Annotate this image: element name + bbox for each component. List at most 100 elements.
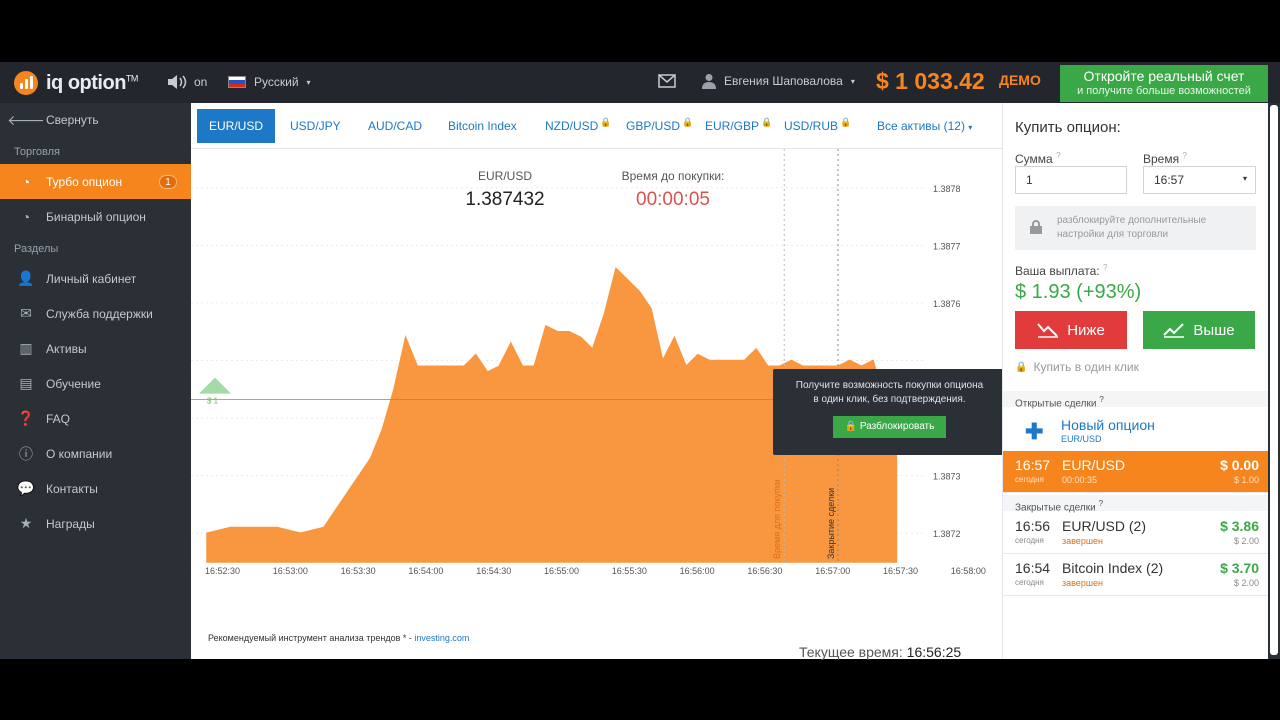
higher-button-label: Выше [1193,321,1235,339]
amount-label: Сумма [1015,152,1053,166]
tab-label: USD/JPY [290,119,341,133]
higher-button[interactable]: Выше [1143,311,1255,349]
tab-label: NZD/USD [545,119,599,133]
clock-icon: ◔ [21,173,31,190]
lock-icon: 🔒 [840,117,852,127]
sidebar-item-support[interactable]: ✉ Служба поддержки [0,296,191,331]
tab-aud-cad[interactable]: AUD/CAD [356,109,434,143]
deal-status: 00:00:35 [1062,475,1098,485]
bet-marker-label: $ 1 [207,397,219,406]
closed-deal-row[interactable]: 16:56 сегодня EUR/USD (2) завершен $ 3.8… [1003,512,1269,554]
open-real-account-button[interactable]: Откройте реальный счет и получите больше… [1060,65,1268,102]
tab-eur-gbp[interactable]: EUR/GBP 🔒 [693,109,784,143]
open-real-account-subtitle: и получите больше возможностей [1077,85,1251,97]
account-mode[interactable]: ДЕМО [999,72,1041,88]
open-deals-header: Открытые сделки [1015,398,1097,410]
sidebar-item-education[interactable]: ▤ Обучение [0,366,191,401]
deal-time: 16:57 [1015,457,1051,473]
tab-usd-jpy[interactable]: USD/JPY [278,109,353,143]
logo[interactable]: iq optionTM [14,70,138,96]
user-icon [702,74,716,89]
help-icon[interactable]: ? [1099,394,1104,404]
sidebar-item-label: Награды [46,516,95,531]
tab-all-assets[interactable]: Все активы (12) ▾ [865,109,984,143]
x-tick-label: 16:57:30 [883,566,918,576]
timer-value: 00:00:05 [636,189,710,210]
sidebar-item-contacts[interactable]: 💬 Контакты [0,471,191,506]
payout-value: $ 1.93 (+93%) [1015,281,1142,303]
unlock-button[interactable]: 🔒 Разблокировать [832,416,947,438]
sidebar-collapse-label: Свернуть [46,113,99,127]
user-icon: 👤 [17,270,35,286]
mail-button[interactable] [658,74,676,91]
turbo-count-badge: 1 [159,174,177,189]
open-deal-row[interactable]: 16:57 сегодня EUR/USD 00:00:35 $ 0.00 $ … [1003,451,1269,493]
tab-label: AUD/CAD [368,119,423,133]
sidebar-item-turbo[interactable]: ◔ Турбо опцион 1 [0,164,191,199]
language-label: Русский [254,75,299,89]
sidebar-item-label: FAQ [46,411,71,426]
scrollbar[interactable] [1268,103,1280,659]
help-icon[interactable]: ? [1103,263,1107,272]
sidebar-item-assets[interactable]: ▥ Активы [0,331,191,366]
sidebar-section-trading: Торговля [14,146,60,158]
lower-button[interactable]: Ниже [1015,311,1127,349]
scrollbar-thumb[interactable] [1270,105,1278,655]
one-click-toggle[interactable]: 🔒 Купить в один клик [1015,360,1139,374]
closed-deal-row[interactable]: 16:54 сегодня Bitcoin Index (2) завершен… [1003,554,1269,596]
help-icon[interactable]: ? [1182,151,1186,160]
asset-label: EUR/USD [477,169,532,183]
chevron-down-icon: ▾ [850,76,855,86]
new-option-button[interactable]: ✚ Новый опцион EUR/USD [1003,411,1269,451]
deal-amount: $ 0.00 [1220,457,1259,473]
bar-chart-icon: ▥ [19,340,33,356]
tab-usd-rub[interactable]: USD/RUB 🔒 [772,109,863,143]
language-select[interactable]: Русский ▾ [228,75,311,89]
sound-status: on [194,75,208,89]
deal-stake: $ 2.00 [1233,536,1259,546]
close-deal-label: Закрытие сделки [826,488,836,559]
tab-nzd-usd[interactable]: NZD/USD 🔒 [533,109,624,143]
unlock-settings-box[interactable]: разблокируйте дополнительные настройки д… [1015,206,1256,250]
sidebar-item-about[interactable]: ⓘ О компании [0,436,191,471]
lower-button-label: Ниже [1067,321,1105,339]
arrow-left-icon: 🡐 [7,111,45,128]
y-tick-label: 1.3876 [933,299,961,309]
help-icon[interactable]: ? [1056,151,1060,160]
user-menu[interactable]: Евгения Шаповалова ▾ [702,73,855,89]
current-time-value: 16:56:25 [906,644,962,660]
tab-label: Bitcoin Index [448,119,517,133]
mail-icon: ✉ [20,305,32,321]
sound-toggle[interactable]: on [166,74,207,90]
x-tick-label: 16:58:00 [951,566,986,576]
current-time-label: Текущее время: [799,644,907,660]
time-select[interactable]: 16:57 ▾ [1143,166,1256,194]
tab-label: USD/RUB [784,119,839,133]
sidebar-item-label: Обучение [46,376,101,391]
deal-time: 16:54 [1015,560,1051,576]
sidebar-item-awards[interactable]: ★ Награды [0,506,191,541]
investing-link[interactable]: investing.com [414,633,469,643]
sidebar-item-cabinet[interactable]: 👤 Личный кабинет [0,261,191,296]
sidebar-item-label: Бинарный опцион [46,209,146,224]
main-panel: EUR/USD USD/JPY AUD/CAD Bitcoin Index NZ… [191,103,1006,660]
price-chart[interactable]: 1.38781.38771.38761.38741.38731.38721.38… [191,149,1006,614]
y-tick-label: 1.3872 [933,529,961,539]
time-label: Время [1143,152,1180,166]
mail-icon [658,74,676,88]
account-balance: $ 1 033.42 [876,68,985,94]
sidebar-item-label: Служба поддержки [46,306,153,321]
sidebar-item-faq[interactable]: ❓ FAQ [0,401,191,436]
sidebar-item-label: Активы [46,341,87,356]
deal-stake: $ 1.00 [1233,475,1259,485]
tab-bitcoin-index[interactable]: Bitcoin Index [436,109,529,143]
sidebar-item-binary[interactable]: ◔ Бинарный опцион [0,199,191,234]
sidebar-collapse[interactable]: 🡐 Свернуть [0,103,191,137]
deal-day: сегодня [1015,536,1044,545]
tab-eur-usd[interactable]: EUR/USD [197,109,276,143]
tab-gbp-usd[interactable]: GBP/USD 🔒 [614,109,705,143]
x-tick-label: 16:55:30 [612,566,647,576]
amount-input[interactable]: 1 [1015,166,1127,194]
top-bar: iq optionTM on Русский ▾ Евгения Шаповал… [0,62,1280,103]
help-icon[interactable]: ? [1098,498,1103,508]
